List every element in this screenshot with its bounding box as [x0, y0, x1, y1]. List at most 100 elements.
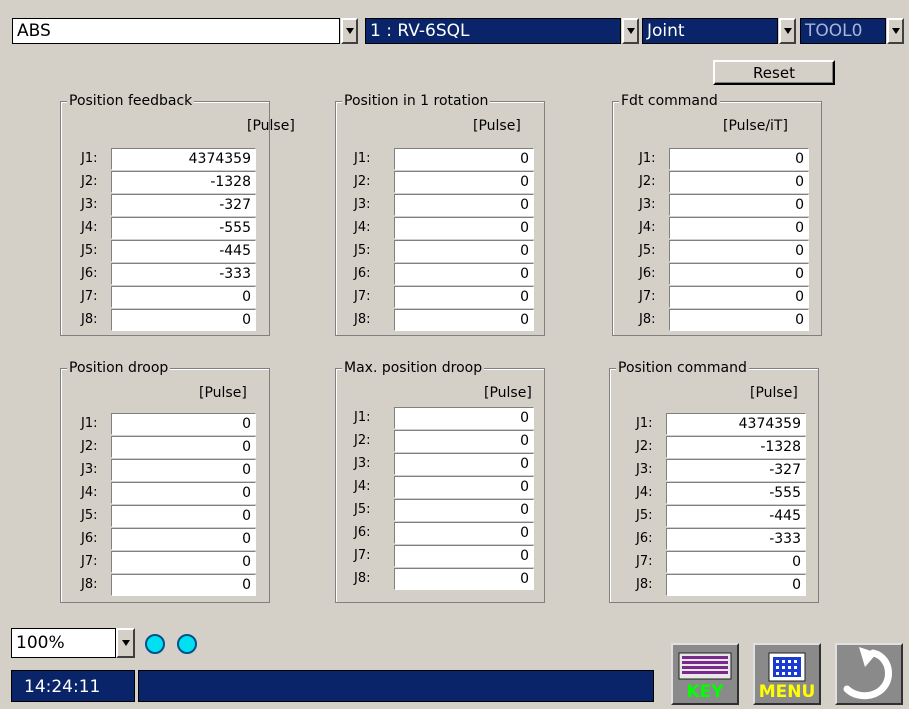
- joint-label: J4:: [639, 220, 656, 235]
- reset-button[interactable]: Reset: [713, 60, 835, 85]
- chevron-down-icon[interactable]: [779, 18, 796, 44]
- joint-label: J1:: [354, 410, 371, 425]
- joint-row: J3: 0: [639, 194, 809, 216]
- joint-value-field: 0: [111, 505, 256, 527]
- chevron-down-icon[interactable]: [887, 18, 904, 44]
- joint-label: J6:: [639, 266, 656, 281]
- joint-value-field: 0: [394, 522, 534, 544]
- chevron-down-icon[interactable]: [622, 18, 639, 44]
- joint-row: J1: 4374359: [81, 148, 256, 170]
- joint-row: J6: 0: [639, 263, 809, 285]
- joint-value-field: -333: [111, 263, 256, 285]
- joint-label: J3:: [81, 462, 98, 477]
- zoom-select-value: 100%: [11, 628, 116, 658]
- joint-row: J5: -445: [636, 505, 806, 527]
- joint-label: J5:: [354, 502, 371, 517]
- joint-value-field: -327: [111, 194, 256, 216]
- joint-label: J3:: [81, 197, 98, 212]
- joint-label: J8:: [354, 312, 371, 327]
- joint-label: J8:: [81, 312, 98, 327]
- joint-row: J2: 0: [354, 171, 534, 193]
- joint-label: J2:: [354, 174, 371, 189]
- chevron-down-icon[interactable]: [341, 18, 358, 44]
- joint-value-field: 0: [394, 240, 534, 262]
- joint-value-field: 0: [111, 574, 256, 596]
- joint-label: J5:: [81, 508, 98, 523]
- coordinate-select-value: Joint: [642, 18, 778, 44]
- joint-row: J6: 0: [354, 522, 534, 544]
- joint-row: J8: 0: [639, 309, 809, 331]
- unit-label: [Pulse]: [750, 385, 798, 401]
- joint-row: J1: 0: [354, 407, 534, 429]
- joint-value-field: 0: [669, 263, 809, 285]
- panel-title: Fdt command: [619, 92, 720, 110]
- joint-value-field: 0: [669, 309, 809, 331]
- joint-row: J3: -327: [636, 459, 806, 481]
- mode-select-value: ABS: [12, 18, 340, 44]
- joint-label: J1:: [354, 151, 371, 166]
- joint-value-field: 0: [669, 286, 809, 308]
- joint-value-field: 0: [394, 568, 534, 590]
- joint-value-field: 0: [666, 574, 806, 596]
- joint-label: J4:: [81, 485, 98, 500]
- joint-value-field: 0: [394, 545, 534, 567]
- joint-row: J5: -445: [81, 240, 256, 262]
- unit-label: [Pulse]: [247, 118, 295, 134]
- joint-row: J7: 0: [636, 551, 806, 573]
- coordinate-select[interactable]: Joint: [642, 18, 796, 44]
- joint-value-field: -327: [666, 459, 806, 481]
- joint-value-field: 0: [111, 309, 256, 331]
- joint-value-field: 0: [669, 171, 809, 193]
- joint-row: J2: 0: [81, 436, 256, 458]
- joint-label: J2:: [636, 439, 653, 454]
- joint-label: J2:: [639, 174, 656, 189]
- joint-row: J1: 0: [639, 148, 809, 170]
- panel-title: Position droop: [67, 359, 171, 377]
- joint-row: J1: 0: [81, 413, 256, 435]
- back-button[interactable]: [835, 643, 903, 705]
- joint-label: J7:: [81, 554, 98, 569]
- mode-select[interactable]: ABS: [12, 18, 358, 44]
- status-led-1: [145, 634, 165, 654]
- joint-value-field: 0: [111, 286, 256, 308]
- panel-title: Position in 1 rotation: [342, 92, 491, 110]
- joint-value-field: 0: [111, 528, 256, 550]
- panel-position-droop: Position droop [Pulse] J1: 0 J2: 0 J3: 0 J4: 0 J5:…: [60, 359, 270, 603]
- chevron-down-icon[interactable]: [116, 628, 135, 658]
- joint-row: J7: 0: [354, 545, 534, 567]
- joint-value-field: -1328: [666, 436, 806, 458]
- joint-label: J2:: [81, 174, 98, 189]
- zoom-select[interactable]: 100%: [11, 628, 135, 658]
- joint-value-field: 0: [394, 430, 534, 452]
- joint-row: J4: -555: [636, 482, 806, 504]
- joint-label: J1:: [81, 151, 98, 166]
- joint-value-field: -445: [666, 505, 806, 527]
- joint-row: J3: 0: [354, 194, 534, 216]
- joint-row: J5: 0: [81, 505, 256, 527]
- key-button-label: KEY: [686, 682, 724, 702]
- tool-select[interactable]: TOOL0: [800, 18, 904, 44]
- joint-label: J6:: [354, 266, 371, 281]
- joint-label: J1:: [639, 151, 656, 166]
- joint-value-field: 0: [394, 453, 534, 475]
- robot-select[interactable]: 1 : RV-6SQL: [365, 18, 639, 44]
- joint-value-field: 0: [669, 217, 809, 239]
- joint-value-field: 0: [394, 476, 534, 498]
- joint-label: J3:: [639, 197, 656, 212]
- joint-row: J8: 0: [354, 309, 534, 331]
- menu-button[interactable]: MENU: [753, 643, 821, 705]
- joint-value-field: -1328: [111, 171, 256, 193]
- robot-select-value: 1 : RV-6SQL: [365, 18, 621, 44]
- joint-row: J4: 0: [639, 217, 809, 239]
- keyboard-icon: [678, 652, 732, 680]
- joint-value-field: 0: [111, 551, 256, 573]
- joint-row: J3: 0: [354, 453, 534, 475]
- joint-label: J8:: [636, 577, 653, 592]
- joint-value-field: 0: [394, 407, 534, 429]
- joint-row: J6: 0: [354, 263, 534, 285]
- panel-fdt-command: Fdt command [Pulse/iT] J1: 0 J2: 0 J3: 0 J4: 0 J5:…: [612, 92, 822, 336]
- key-button[interactable]: KEY: [671, 643, 739, 705]
- joint-label: J4:: [354, 220, 371, 235]
- joint-label: J3:: [636, 462, 653, 477]
- unit-label: [Pulse/iT]: [723, 118, 788, 134]
